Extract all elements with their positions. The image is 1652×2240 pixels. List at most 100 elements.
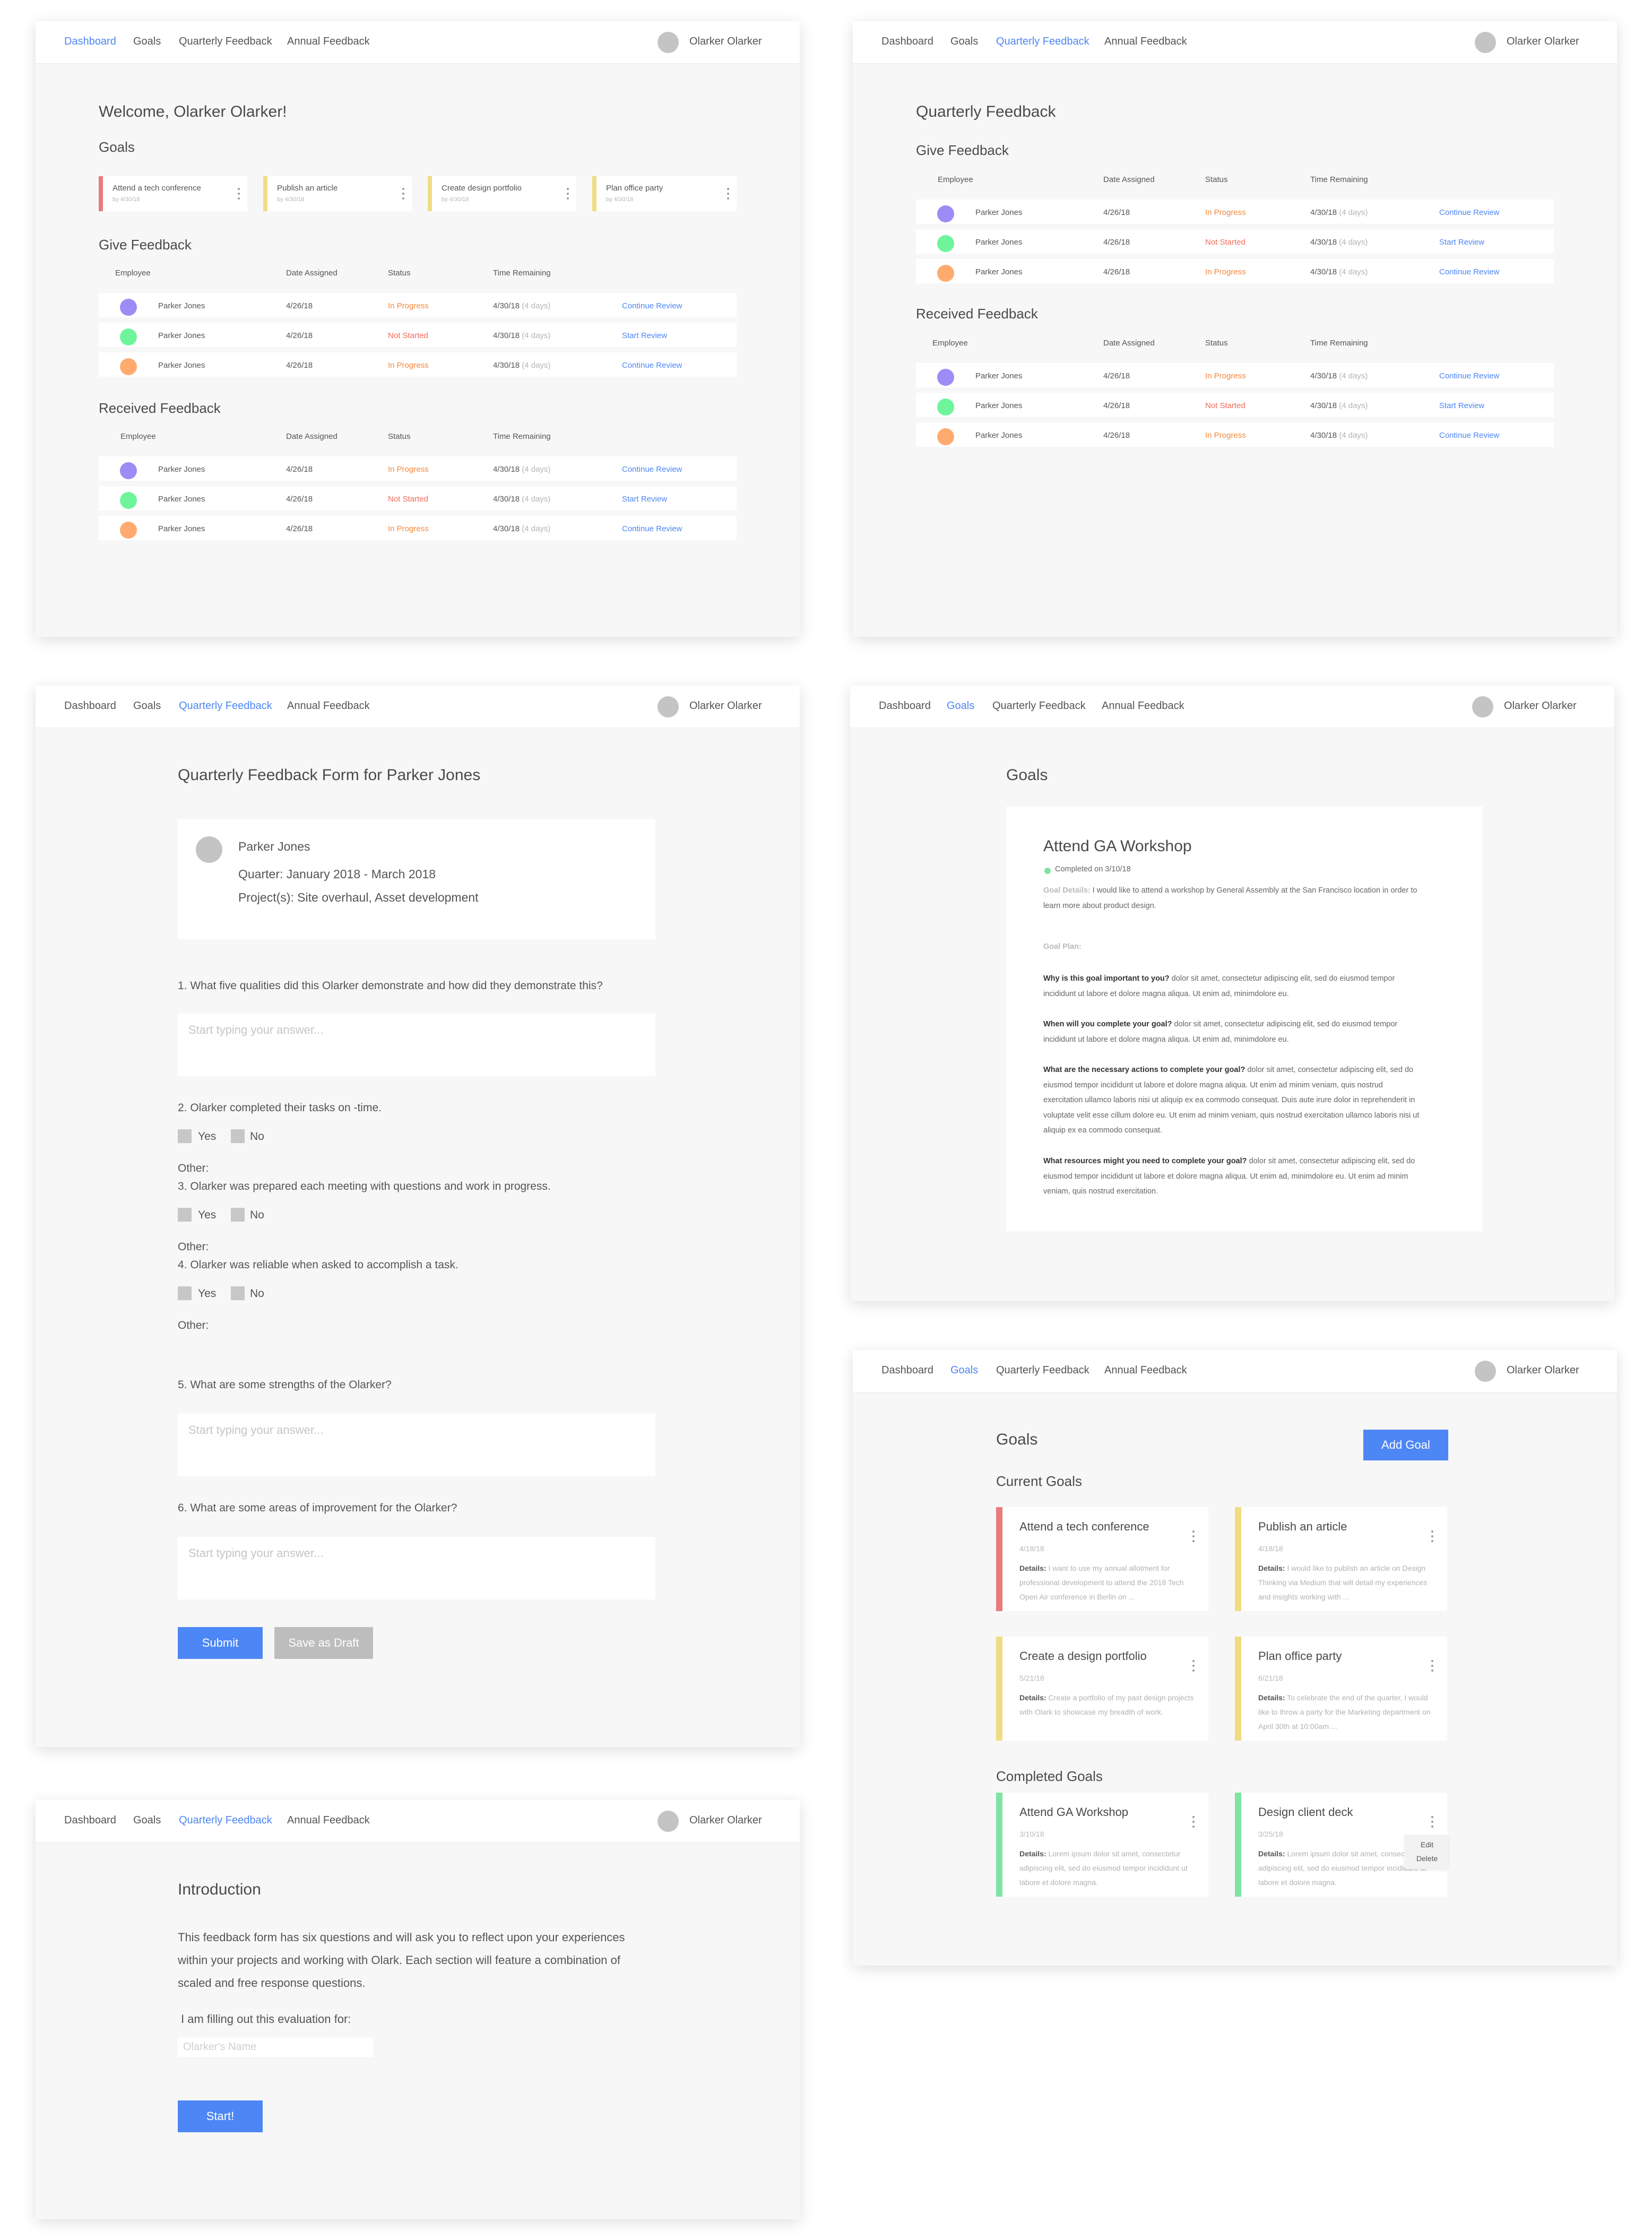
goal-card[interactable]: Create design portfolio by 4/30/18 [428, 176, 576, 211]
user-avatar[interactable] [1472, 696, 1493, 717]
column-date-assigned: Date Assigned [286, 432, 338, 441]
nav-quarterly-feedback[interactable]: Quarterly Feedback [179, 36, 272, 48]
more-options-icon[interactable] [726, 188, 730, 202]
continue-review-link[interactable]: Continue Review [622, 301, 682, 310]
yes-checkbox[interactable] [178, 1208, 192, 1222]
user-name[interactable]: Olarker Olarker [1507, 36, 1579, 48]
delete-menu-item[interactable]: Delete [1416, 1854, 1438, 1863]
goal-card[interactable]: Publish an article 4/18/18 Details: I wo… [1235, 1507, 1447, 1611]
feedback-row: Parker Jones 4/26/18 In Progress 4/30/18… [916, 259, 1554, 283]
start-button[interactable]: Start! [178, 2100, 263, 2132]
continue-review-link[interactable]: Continue Review [622, 465, 682, 474]
employee-avatar [937, 369, 954, 386]
goal-card[interactable]: Plan office party 6/21/18 Details: To ce… [1235, 1637, 1447, 1741]
continue-review-link[interactable]: Continue Review [1439, 267, 1499, 276]
answer-5-input[interactable]: Start typing your answer... [178, 1414, 655, 1476]
goal-card[interactable]: Publish an article by 4/30/18 [263, 176, 412, 211]
nav-dashboard[interactable]: Dashboard [64, 36, 116, 48]
nav-quarterly-feedback[interactable]: Quarterly Feedback [992, 700, 1086, 712]
answer-1-input[interactable]: Start typing your answer... [178, 1014, 655, 1076]
goal-due: by 4/30/18 [606, 196, 634, 203]
more-options-icon[interactable] [1430, 1530, 1434, 1544]
continue-review-link[interactable]: Continue Review [622, 524, 682, 533]
user-avatar[interactable] [1475, 32, 1496, 53]
more-options-icon[interactable] [566, 188, 570, 202]
nav-goals[interactable]: Goals [950, 1364, 978, 1377]
continue-review-link[interactable]: Continue Review [1439, 208, 1499, 217]
goal-card[interactable]: Design client deck 3/25/18 Details: Lore… [1235, 1793, 1448, 1897]
nav-dashboard[interactable]: Dashboard [881, 1364, 933, 1377]
more-options-icon[interactable] [1430, 1660, 1434, 1674]
user-name[interactable]: Olarker Olarker [689, 700, 762, 712]
more-options-icon[interactable] [401, 188, 405, 202]
feedback-row: Parker Jones 4/26/18 In Progress 4/30/18… [916, 422, 1554, 447]
evaluation-for-label: I am filling out this evaluation for: [181, 2012, 351, 2026]
user-avatar[interactable] [658, 696, 679, 717]
goal-card[interactable]: Attend a tech conference 4/18/18 Details… [996, 1507, 1208, 1611]
goal-card[interactable]: Plan office party by 4/30/18 [592, 176, 737, 211]
goal-card[interactable]: Attend GA Workshop 3/10/18 Details: Lore… [996, 1793, 1208, 1897]
no-checkbox[interactable] [231, 1129, 245, 1143]
nav-annual-feedback[interactable]: Annual Feedback [287, 700, 370, 712]
continue-review-link[interactable]: Continue Review [1439, 371, 1499, 380]
more-options-icon[interactable] [1191, 1530, 1196, 1544]
feedback-form-panel: Dashboard Goals Quarterly Feedback Annua… [36, 686, 800, 1747]
nav-goals[interactable]: Goals [133, 36, 161, 48]
goal-card[interactable]: Attend a tech conference by 4/30/18 [99, 176, 247, 211]
nav-annual-feedback[interactable]: Annual Feedback [1104, 1364, 1187, 1377]
due-date-value: 4/30/18 [493, 465, 520, 474]
user-avatar[interactable] [1475, 1361, 1496, 1382]
user-name[interactable]: Olarker Olarker [689, 36, 762, 48]
nav-goals[interactable]: Goals [947, 700, 974, 712]
more-options-icon[interactable] [1191, 1816, 1196, 1830]
continue-review-link[interactable]: Continue Review [622, 361, 682, 370]
more-options-icon[interactable] [237, 188, 241, 202]
goal-date: 4/18/18 [1019, 1544, 1044, 1553]
nav-dashboard[interactable]: Dashboard [879, 700, 931, 712]
nav-dashboard[interactable]: Dashboard [881, 36, 933, 48]
nav-goals[interactable]: Goals [133, 700, 161, 712]
nav-annual-feedback[interactable]: Annual Feedback [1102, 700, 1184, 712]
due-date: 4/30/18 (4 days) [493, 465, 550, 474]
nav-annual-feedback[interactable]: Annual Feedback [287, 1814, 370, 1827]
user-avatar[interactable] [658, 1811, 679, 1832]
nav-dashboard[interactable]: Dashboard [64, 1814, 116, 1827]
details-label: Details: [1019, 1693, 1046, 1702]
save-draft-button[interactable]: Save as Draft [274, 1627, 373, 1659]
add-goal-button[interactable]: Add Goal [1363, 1430, 1448, 1460]
answer-6-input[interactable]: Start typing your answer... [178, 1537, 655, 1599]
yes-checkbox[interactable] [178, 1286, 192, 1300]
nav-quarterly-feedback[interactable]: Quarterly Feedback [996, 36, 1089, 48]
nav-annual-feedback[interactable]: Annual Feedback [287, 36, 370, 48]
nav-quarterly-feedback[interactable]: Quarterly Feedback [179, 1814, 272, 1827]
introduction-panel: Dashboard Goals Quarterly Feedback Annua… [36, 1800, 800, 2219]
nav-goals[interactable]: Goals [133, 1814, 161, 1827]
goal-card[interactable]: Create a design portfolio 5/21/18 Detail… [996, 1637, 1208, 1741]
edit-menu-item[interactable]: Edit [1421, 1840, 1433, 1849]
more-options-icon[interactable] [1430, 1816, 1434, 1830]
start-review-link[interactable]: Start Review [1439, 401, 1484, 410]
other-label: Other: [178, 1162, 209, 1174]
nav-goals[interactable]: Goals [950, 36, 978, 48]
nav-annual-feedback[interactable]: Annual Feedback [1104, 36, 1187, 48]
user-avatar[interactable] [658, 32, 679, 53]
nav-dashboard[interactable]: Dashboard [64, 700, 116, 712]
continue-review-link[interactable]: Continue Review [1439, 431, 1499, 440]
employee-name: Parker Jones [158, 301, 205, 310]
start-review-link[interactable]: Start Review [622, 331, 667, 340]
start-review-link[interactable]: Start Review [622, 495, 667, 504]
olarker-name-input[interactable]: Olarker's Name [178, 2038, 373, 2057]
no-checkbox[interactable] [231, 1286, 245, 1300]
user-name[interactable]: Olarker Olarker [1507, 1364, 1579, 1377]
form-title: Quarterly Feedback Form for Parker Jones [178, 766, 481, 784]
yes-label: Yes [198, 1287, 217, 1300]
submit-button[interactable]: Submit [178, 1627, 263, 1659]
nav-quarterly-feedback[interactable]: Quarterly Feedback [996, 1364, 1089, 1377]
start-review-link[interactable]: Start Review [1439, 238, 1484, 247]
user-name[interactable]: Olarker Olarker [1504, 700, 1577, 712]
more-options-icon[interactable] [1191, 1660, 1196, 1674]
no-checkbox[interactable] [231, 1208, 245, 1222]
nav-quarterly-feedback[interactable]: Quarterly Feedback [179, 700, 272, 712]
user-name[interactable]: Olarker Olarker [689, 1814, 762, 1827]
yes-checkbox[interactable] [178, 1129, 192, 1143]
